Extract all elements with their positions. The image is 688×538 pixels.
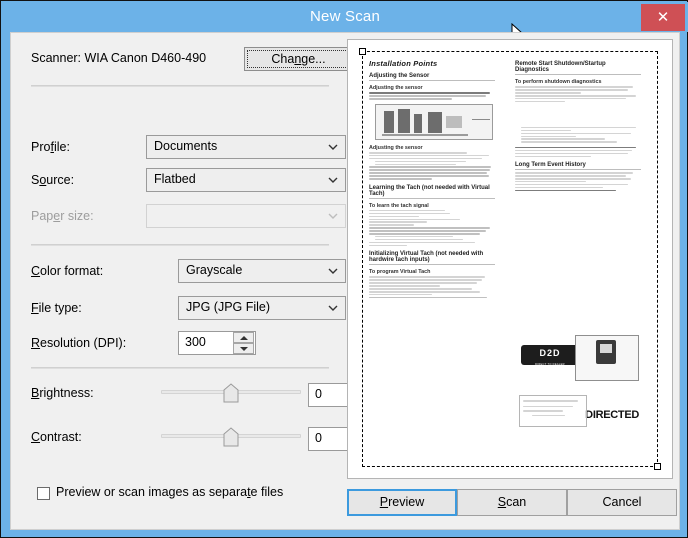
- new-scan-dialog-window: New Scan ✕ Scanner: WIA Canon D460-490 C…: [0, 0, 688, 538]
- divider-top: [31, 85, 329, 87]
- scan-settings-panel: Scanner: WIA Canon D460-490 Change... Pr…: [11, 33, 353, 500]
- chevron-down-icon: [328, 266, 338, 276]
- close-button[interactable]: ✕: [641, 4, 685, 31]
- spinner-up-icon[interactable]: [233, 332, 254, 343]
- field-row-color-format: Color format: Grayscale: [11, 259, 346, 285]
- file-type-value: JPG (JPG File): [186, 300, 271, 314]
- chevron-down-icon: [328, 175, 338, 185]
- crop-handle-bottom-right[interactable]: [654, 463, 661, 470]
- field-row-profile: Profile: Documents: [11, 135, 346, 161]
- file-type-dropdown[interactable]: JPG (JPG File): [178, 296, 346, 320]
- spinner-buttons[interactable]: [233, 332, 254, 354]
- preview-button[interactable]: Preview: [347, 489, 457, 516]
- resolution-label: Resolution (DPI):: [31, 336, 127, 350]
- resolution-spinner[interactable]: 300: [178, 331, 256, 355]
- crop-handle-top-left[interactable]: [359, 48, 366, 55]
- resolution-value: 300: [185, 335, 206, 349]
- field-row-contrast: Contrast: 0: [11, 425, 348, 455]
- contrast-value-box[interactable]: 0: [308, 427, 348, 451]
- field-row-paper-size: Paper size:: [11, 204, 346, 230]
- source-label: Source:: [31, 173, 75, 187]
- chevron-down-icon: [328, 142, 338, 152]
- dialog-client-area: Scanner: WIA Canon D460-490 Change... Pr…: [10, 32, 680, 530]
- profile-label: Profile:: [31, 140, 70, 154]
- brightness-label: Brightness:: [31, 386, 94, 400]
- divider-bottom: [31, 367, 329, 369]
- color-format-dropdown[interactable]: Grayscale: [178, 259, 346, 283]
- brightness-slider-thumb[interactable]: [223, 383, 239, 403]
- field-row-source: Source: Flatbed: [11, 168, 346, 194]
- color-format-value: Grayscale: [186, 263, 243, 277]
- scan-button[interactable]: Scan: [457, 489, 567, 516]
- window-title: New Scan: [310, 8, 380, 25]
- contrast-label: Contrast:: [31, 430, 82, 444]
- change-scanner-label: Change...: [271, 52, 326, 66]
- source-dropdown[interactable]: Flatbed: [146, 168, 346, 192]
- title-bar[interactable]: New Scan ✕: [2, 2, 688, 32]
- preview-page: Installation Points Adjusting the Sensor…: [357, 47, 663, 471]
- field-row-file-type: File type: JPG (JPG File): [11, 296, 346, 322]
- file-type-label: File type:: [31, 301, 82, 315]
- cancel-button[interactable]: Cancel: [567, 489, 677, 516]
- paper-size-label: Paper size:: [31, 209, 94, 223]
- profile-dropdown[interactable]: Documents: [146, 135, 346, 159]
- dialog-button-bar: Preview Scan Cancel: [11, 481, 681, 531]
- scanner-label: Scanner: WIA Canon D460-490: [31, 51, 207, 65]
- profile-value: Documents: [154, 139, 218, 153]
- change-scanner-button[interactable]: Change...: [244, 47, 353, 71]
- scan-preview-panel[interactable]: Installation Points Adjusting the Sensor…: [347, 39, 673, 479]
- chevron-down-icon: [328, 211, 338, 221]
- chevron-down-icon: [328, 303, 338, 313]
- paper-size-dropdown: [146, 204, 346, 228]
- divider-middle: [31, 244, 329, 246]
- source-value: Flatbed: [154, 172, 196, 186]
- brightness-value-box[interactable]: 0: [308, 383, 348, 407]
- color-format-label: Color format:: [31, 264, 104, 278]
- field-row-brightness: Brightness: 0: [11, 381, 348, 411]
- scanner-row: Scanner: WIA Canon D460-490 Change...: [25, 47, 353, 73]
- contrast-value: 0: [315, 431, 322, 445]
- contrast-slider-thumb[interactable]: [223, 427, 239, 447]
- field-row-resolution: Resolution (DPI): 300: [11, 331, 345, 357]
- brightness-value: 0: [315, 387, 322, 401]
- crop-selection-marquee[interactable]: [359, 48, 661, 470]
- spinner-down-icon[interactable]: [233, 343, 254, 354]
